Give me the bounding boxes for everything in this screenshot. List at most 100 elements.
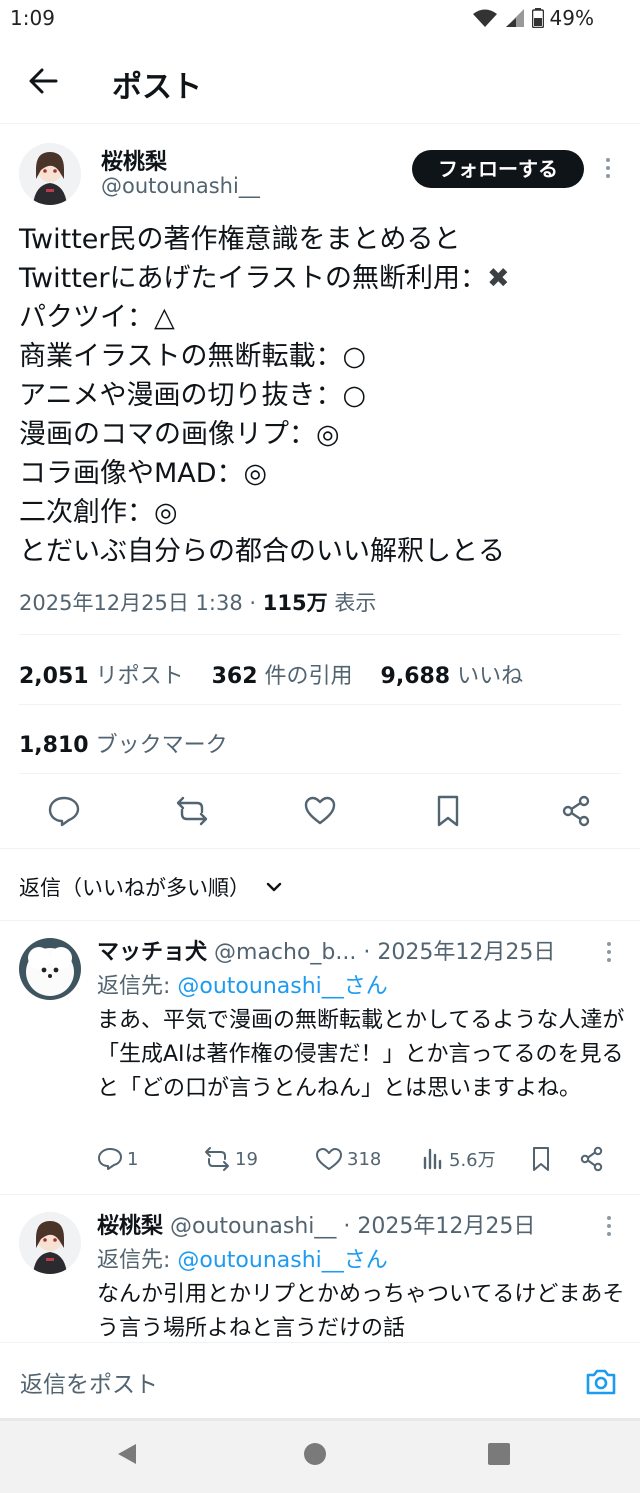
like-icon — [316, 1148, 342, 1170]
page-title: ポスト — [112, 70, 202, 105]
back-arrow-icon[interactable] — [26, 64, 60, 98]
repost-stat[interactable]: 2,051 リポスト — [19, 664, 184, 689]
reply-to: 返信先: @outounashi__さん — [97, 1242, 388, 1274]
post-line: 漫画のコマの画像リプ：◎ — [19, 419, 340, 450]
post-line: Twitterにあげたイラストの無断利用：✖ — [19, 259, 619, 298]
nav-back-icon[interactable] — [116, 1442, 140, 1470]
more-options-icon[interactable] — [603, 938, 615, 966]
reply-author-name[interactable]: 桜桃梨 — [97, 1214, 163, 1239]
bookmark-icon — [533, 1147, 549, 1171]
post-line: とだいぶ自分らの都合のいい解釈しとる — [19, 536, 505, 567]
reply-date: · 2025年12月25日 — [363, 940, 556, 965]
meta-separator: · — [249, 591, 257, 615]
more-options-icon[interactable] — [602, 154, 614, 182]
bookmark-stat[interactable]: 1,810 ブックマーク — [19, 727, 228, 759]
more-options-icon[interactable] — [603, 1212, 615, 1240]
reply-to: 返信先: @outounashi__さん — [97, 968, 388, 1000]
reply-to-prefix: 返信先: — [97, 974, 178, 999]
divider — [19, 634, 621, 635]
reply-author-handle[interactable]: @outounashi__ — [170, 1214, 336, 1239]
quote-stat[interactable]: 362 件の引用 — [212, 664, 353, 689]
post-text: Twitter民の著作権意識をまとめると Twitterにあげたイラストの無断利… — [19, 220, 619, 571]
author-handle[interactable]: @outounashi__ — [101, 174, 260, 198]
reply-actions: 1 19 318 5.6万 — [97, 1146, 627, 1182]
repost-count: 19 — [235, 1148, 258, 1170]
avatar[interactable] — [19, 1212, 81, 1274]
camera-icon[interactable] — [584, 1365, 618, 1399]
reply-to-mention[interactable]: @outounashi__さん — [177, 974, 387, 999]
header: ポスト — [0, 38, 640, 124]
repost-count: 2,051 — [19, 664, 89, 689]
reply-header: マッチョ犬 @macho_b... · 2025年12月25日 — [97, 934, 555, 966]
divider — [0, 1194, 640, 1195]
engagement-stats: 2,051 リポスト 362 件の引用 9,688 いいね — [19, 658, 523, 690]
divider — [19, 704, 621, 705]
bookmark-label: ブックマーク — [95, 733, 228, 758]
post-line: 商業イラストの無断転載：○ — [19, 341, 367, 372]
like-stat[interactable]: 9,688 いいね — [381, 664, 524, 689]
sort-label: 返信（いいねが多い順） — [19, 876, 250, 900]
post-meta: 2025年12月25日 1:38 · 115万 表示 — [19, 587, 376, 617]
bookmark-icon[interactable] — [431, 794, 465, 828]
repost-icon[interactable] — [175, 794, 209, 828]
status-bar: 1:09 49% — [0, 0, 640, 38]
repost-label: リポスト — [95, 664, 184, 689]
follow-button[interactable]: フォローする — [412, 150, 584, 188]
post-line-text: Twitterにあげたイラストの無断利用： — [19, 263, 487, 294]
post-line: アニメや漫画の切り抜き：○ — [19, 380, 367, 411]
bookmark-count: 1,810 — [19, 733, 89, 758]
reply-sort-dropdown[interactable]: 返信（いいねが多い順） — [19, 872, 284, 902]
post-line: コラ画像やMAD：◎ — [19, 458, 268, 489]
reply-author-handle[interactable]: @macho_b... — [214, 940, 356, 965]
chevron-down-icon — [266, 882, 282, 892]
reply-share-button[interactable] — [579, 1146, 605, 1172]
repost-icon — [205, 1147, 229, 1171]
like-icon[interactable] — [303, 794, 337, 828]
cross-mark-icon: ✖ — [486, 263, 510, 294]
reply-like-button[interactable]: 318 — [315, 1146, 381, 1172]
share-icon[interactable] — [559, 794, 593, 828]
nav-recents-icon[interactable] — [488, 1443, 510, 1465]
reply-to-prefix: 返信先: — [97, 1248, 178, 1273]
divider — [0, 848, 640, 849]
reply-bookmark-button[interactable] — [529, 1146, 553, 1172]
like-count: 318 — [347, 1148, 382, 1170]
reply-icon — [98, 1148, 122, 1170]
reply-reply-button[interactable]: 1 — [97, 1146, 138, 1172]
reply-item[interactable]: マッチョ犬 @macho_b... · 2025年12月25日 返信先: @ou… — [0, 924, 640, 1194]
like-label: いいね — [457, 664, 524, 689]
share-icon — [580, 1146, 603, 1172]
reply-views-button[interactable]: 5.6万 — [421, 1146, 496, 1172]
reply-text: なんか引用とかリプとかめっちゃついてるけどまあそう言う場所よねと言うだけの話 — [97, 1282, 625, 1341]
reply-repost-button[interactable]: 19 — [203, 1146, 258, 1172]
reply-icon[interactable] — [47, 794, 81, 828]
view-count: 5.6万 — [449, 1150, 496, 1171]
author-name[interactable]: 桜桃梨 — [101, 144, 167, 176]
reply-date: · 2025年12月25日 — [343, 1214, 536, 1239]
analytics-icon — [423, 1148, 442, 1170]
avatar[interactable] — [19, 143, 81, 205]
quote-count: 362 — [211, 664, 258, 689]
reply-author-name[interactable]: マッチョ犬 — [97, 940, 207, 965]
battery-icon — [531, 8, 544, 28]
signal-icon — [504, 8, 526, 28]
post-line: Twitter民の著作権意識をまとめると — [19, 224, 461, 255]
reply-to-mention[interactable]: @outounashi__さん — [177, 1248, 387, 1273]
status-time: 1:09 — [10, 6, 55, 30]
reply-item[interactable]: 桜桃梨 @outounashi__ · 2025年12月25日 返信先: @ou… — [0, 1198, 640, 1342]
nav-home-icon[interactable] — [304, 1443, 326, 1465]
reply-count: 1 — [127, 1148, 139, 1170]
wifi-icon — [472, 8, 498, 28]
post-datetime[interactable]: 2025年12月25日 1:38 — [19, 591, 243, 615]
reply-header: 桜桃梨 @outounashi__ · 2025年12月25日 — [97, 1208, 535, 1240]
avatar[interactable] — [19, 938, 81, 1000]
view-label: 表示 — [334, 591, 377, 615]
post-line: 二次創作：◎ — [19, 497, 178, 528]
post-actions — [0, 780, 640, 840]
compose-bar: 返信をポスト — [0, 1342, 640, 1420]
status-icons: 49% — [472, 6, 594, 30]
battery-percent: 49% — [549, 6, 594, 30]
post-line: パクツイ：△ — [19, 302, 175, 333]
view-count: 115万 — [262, 591, 328, 615]
reply-compose-input[interactable]: 返信をポスト — [20, 1365, 158, 1399]
